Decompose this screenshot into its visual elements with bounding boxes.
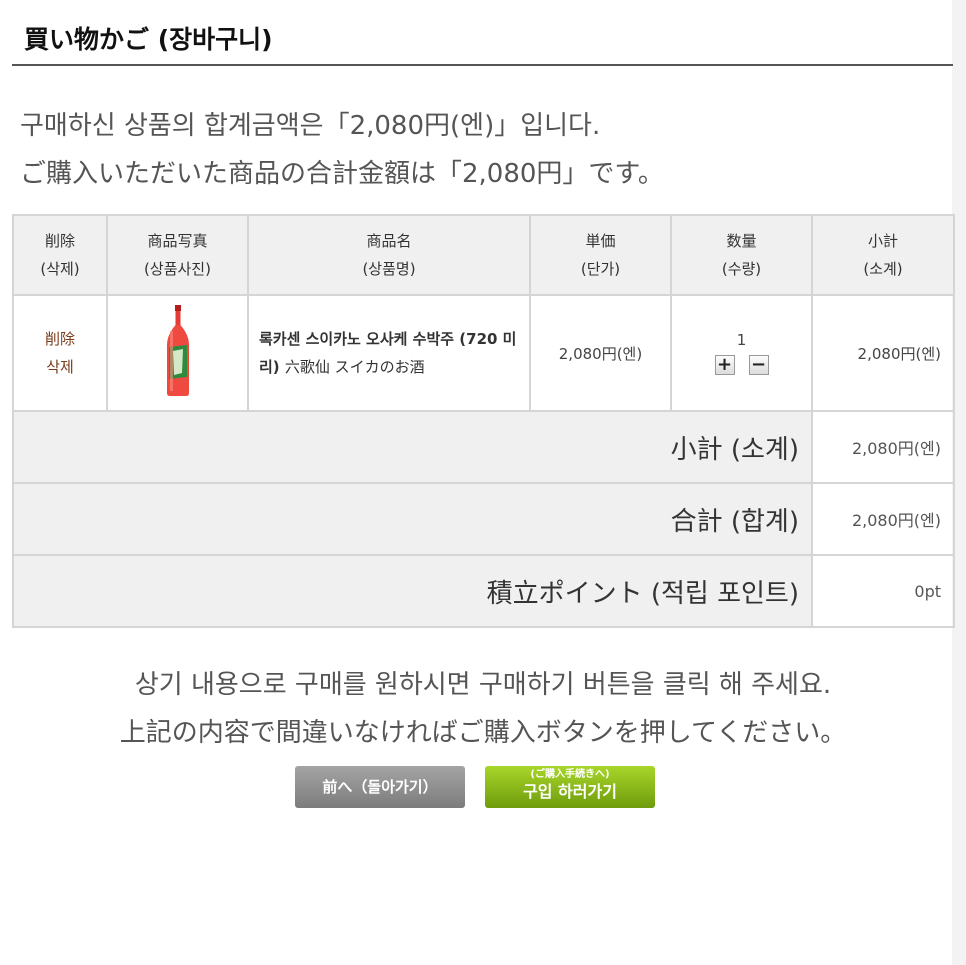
subtotal-value: 2,080円(엔) [811,410,955,484]
purchase-button-sublabel: (ご購入手続きへ) [530,769,610,780]
quantity-plus-button[interactable]: + [714,355,735,375]
purchase-button-label: 구입 하러가기 [523,782,617,801]
page-header: 買い物かご (장바구니) [12,0,953,66]
quantity-value: 1 [736,331,747,349]
total-notice-korean: 구매하신 상품의 합계금액은「2,080円(엔)」입니다. [20,111,601,141]
product-name-japanese[interactable]: 六歌仙 スイカのお酒 [285,358,425,376]
col-header-label-kr: (소계) [863,260,903,278]
quantity-stepper: + − [673,355,810,375]
delete-link-kr[interactable]: 삭제 [15,353,105,381]
confirm-message-japanese: 上記の内容で間違いなければご購入ボタンを押してください。 [119,718,847,748]
delete-cell: 削除 삭제 [12,294,108,412]
points-label: 積立ポイント (적립 포인트) [12,554,813,628]
item-subtotal-value: 2,080円(엔) [857,344,941,363]
subtotal-cell: 2,080円(엔) [811,294,955,412]
col-header-label-kr: (상품사진) [144,260,211,278]
quantity-minus-button[interactable]: − [748,355,769,375]
quantity-cell: 1 + − [670,294,813,412]
table-header-row: 削除 (삭제) 商品写真 (상품사진) 商品名 (상품명) 単価 (단가) 数量… [12,214,955,296]
total-label: 合計 (합계) [12,482,813,556]
summary-row-total: 合計 (합계) 2,080円(엔) [12,482,955,556]
purchase-button[interactable]: (ご購入手続きへ) 구입 하러가기 [485,766,655,808]
col-header-name: 商品名 (상품명) [247,214,531,296]
col-header-delete: 削除 (삭제) [12,214,108,296]
col-header-label-kr: (단가) [580,260,621,278]
col-header-label-kr: (상품명) [362,260,416,278]
cart-table: 削除 (삭제) 商品写真 (상품사진) 商品名 (상품명) 単価 (단가) 数量… [12,214,955,628]
col-header-label-jp: 小計 [867,232,898,250]
delete-link-jp[interactable]: 削除 [15,325,105,353]
col-header-unit-price: 単価 (단가) [529,214,672,296]
col-header-label-kr: (삭제) [40,260,80,278]
summary-row-points: 積立ポイント (적립 포인트) 0pt [12,554,955,628]
confirm-message-korean: 상기 내용으로 구매를 원하시면 구매하기 버튼을 클릭 해 주세요. [134,670,832,700]
summary-row-subtotal: 小計 (소계) 2,080円(엔) [12,410,955,484]
product-name-cell: 록카센 스이카노 오사케 수박주 (720 미리) 六歌仙 スイカのお酒 [247,294,531,412]
col-header-label-jp: 数量 [726,232,757,250]
col-header-label-jp: 単価 [585,232,616,250]
subtotal-label: 小計 (소계) [12,410,813,484]
col-header-photo: 商品写真 (상품사진) [106,214,249,296]
page-title: 買い物かご (장바구니) [24,25,273,54]
unit-price-value: 2,080円(엔) [558,344,643,363]
col-header-label-jp: 商品写真 [147,232,208,250]
red-bottle-icon[interactable] [163,305,193,397]
unit-price-cell: 2,080円(엔) [529,294,672,412]
total-value: 2,080円(엔) [811,482,955,556]
back-button[interactable]: 前へ（돌아가기） [295,766,465,808]
total-notice-japanese: ご購入いただいた商品の合計金額は「2,080円」です。 [20,159,664,189]
col-header-label-jp: 削除 [44,232,75,250]
table-row: 削除 삭제 록카센 스이카노 오사케 수박주 (720 미리) 六歌仙 スイカの… [12,294,955,412]
col-header-quantity: 数量 (수량) [670,214,813,296]
product-image-cell [106,294,249,412]
col-header-label-kr: (수량) [721,260,762,278]
col-header-subtotal: 小計 (소계) [811,214,955,296]
col-header-label-jp: 商品名 [366,232,412,250]
points-value: 0pt [811,554,955,628]
